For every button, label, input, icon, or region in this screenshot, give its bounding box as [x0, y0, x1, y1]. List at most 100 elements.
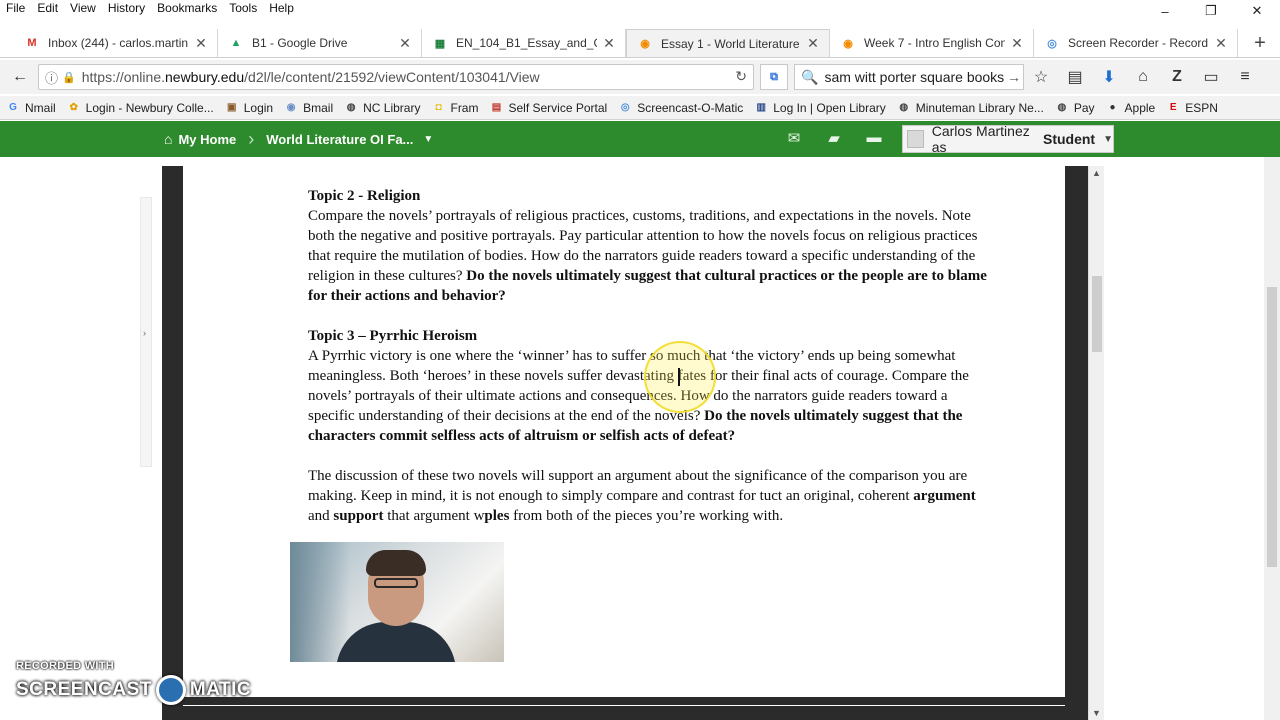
user-menu[interactable]: Carlos Martinez as Student ▼ [902, 123, 1114, 155]
chevron-right-icon: › [143, 328, 146, 338]
window-controls: – ❐ ✕ [1142, 0, 1280, 22]
lms-navbar: ⌂ My Home › World Literature OI Fa... ▼ … [0, 121, 1280, 157]
update-alerts-icon[interactable]: ▰ [814, 129, 854, 147]
topic-2-paragraph: Compare the novels’ portrayals of religi… [308, 208, 987, 304]
reload-icon[interactable]: ↻ [735, 68, 747, 85]
menu-bar: File Edit View History Bookmarks Tools H… [0, 0, 1280, 16]
reader-extension-icon[interactable]: ⧉ [760, 64, 788, 90]
minimize-icon[interactable]: – [1142, 0, 1188, 22]
house-icon: ⌂ [164, 131, 173, 147]
close-tab-icon[interactable]: ✕ [807, 35, 819, 52]
bookmark-item[interactable]: G Nmail [6, 101, 56, 115]
bookmark-label: Log In | Open Library [773, 100, 886, 115]
zotero-icon[interactable]: Z [1160, 63, 1194, 91]
browser-tab[interactable]: M Inbox (244) - carlos.martin ✕ [14, 29, 218, 57]
d2l-icon: ◉ [843, 37, 853, 50]
bookmark-label: ESPN [1185, 100, 1218, 115]
bookmark-favicon-icon: ▥ [756, 102, 766, 113]
bookmark-label: Screencast-O-Matic [637, 100, 744, 115]
url-bar[interactable]: ⓘ 🔒 https://online.newbury.edu/d2l/le/co… [38, 64, 754, 90]
topic-3-heading: Topic 3 – Pyrrhic Heroism [308, 328, 478, 344]
pocket-icon[interactable]: ▭ [1194, 63, 1228, 91]
bookmark-item[interactable]: ◘ Fram [431, 101, 478, 115]
webcam-overlay [290, 542, 504, 662]
bookmark-favicon-icon: G [9, 102, 17, 113]
tab-label: Screen Recorder - Record y [1068, 36, 1209, 50]
side-panel-toggle[interactable]: › [140, 197, 152, 467]
bookmark-favicon-icon: ◎ [620, 102, 630, 113]
browser-window: File Edit View History Bookmarks Tools H… [0, 0, 1280, 720]
bookmark-item[interactable]: ▥ Log In | Open Library [754, 101, 886, 115]
my-home-link[interactable]: ⌂ My Home [164, 131, 236, 147]
bookmark-item[interactable]: E ESPN [1166, 101, 1218, 115]
browser-tab[interactable]: ▲ B1 - Google Drive ✕ [218, 29, 422, 57]
browser-tab[interactable]: ◉ Essay 1 - World Literature ✕ [626, 29, 830, 57]
navigation-bar: ← ⓘ 🔒 https://online.newbury.edu/d2l/le/… [0, 60, 1280, 94]
bookmark-item[interactable]: ✿ Login - Newbury Colle... [67, 101, 213, 115]
viewer-scrollbar[interactable]: ▲ ▼ [1088, 166, 1104, 720]
page-scrollbar[interactable] [1264, 157, 1280, 720]
bookmark-favicon-icon: ◉ [286, 102, 296, 113]
menu-view[interactable]: View [64, 1, 102, 15]
menu-bookmarks[interactable]: Bookmarks [151, 1, 223, 15]
page-scroll-thumb[interactable] [1267, 287, 1277, 567]
glasses-icon [374, 578, 418, 588]
bookmark-label: Apple [1124, 100, 1156, 115]
bookmark-item[interactable]: ◍ NC Library [344, 101, 421, 115]
back-arrow-icon[interactable]: ← [6, 63, 34, 91]
browser-tab[interactable]: ◎ Screen Recorder - Record y ✕ [1034, 29, 1238, 57]
close-tab-icon[interactable]: ✕ [1011, 35, 1023, 52]
course-selector[interactable]: World Literature OI Fa... ▼ [266, 132, 433, 147]
search-text: sam witt porter square books [824, 69, 1005, 85]
close-tab-icon[interactable]: ✕ [1215, 35, 1227, 52]
download-icon[interactable]: ⬇ [1092, 63, 1126, 91]
viewer-bottom-edge [182, 697, 1068, 705]
bookmark-favicon-icon: ◍ [1057, 102, 1067, 113]
tab-label: EN_104_B1_Essay_and_Gra [456, 36, 597, 50]
close-window-icon[interactable]: ✕ [1234, 0, 1280, 22]
screencast-watermark: RECORDED WITH SCREENCAST MATIC [16, 660, 251, 705]
tab-label: Week 7 - Intro English Con [864, 36, 1005, 50]
browser-tab[interactable]: ◉ Week 7 - Intro English Con ✕ [830, 29, 1034, 57]
close-tab-icon[interactable]: ✕ [399, 35, 411, 52]
bookmark-item[interactable]: ◉ Bmail [284, 101, 333, 115]
close-tab-icon[interactable]: ✕ [603, 35, 615, 52]
reading-list-icon[interactable]: ▤ [1058, 63, 1092, 91]
home-icon[interactable]: ⌂ [1126, 63, 1160, 91]
tab-label: B1 - Google Drive [252, 36, 348, 50]
presenter-body [336, 622, 456, 662]
browser-tab[interactable]: ▦ EN_104_B1_Essay_and_Gra ✕ [422, 29, 626, 57]
scroll-up-icon[interactable]: ▲ [1092, 168, 1101, 178]
cursor-highlight [644, 341, 716, 413]
search-go-arrow-icon[interactable]: → [1005, 69, 1023, 85]
info-icon[interactable]: ⓘ [45, 68, 58, 87]
url-text: https://online.newbury.edu/d2l/le/conten… [81, 69, 540, 85]
bookmark-item[interactable]: ◍ Pay [1055, 101, 1094, 115]
bookmark-item[interactable]: ◍ Minuteman Library Ne... [897, 100, 1044, 115]
new-tab-plus-icon[interactable]: + [1246, 29, 1274, 57]
bookmark-item[interactable]: ● Apple [1106, 100, 1156, 115]
search-bar[interactable]: 🔍 sam witt porter square books → [794, 64, 1024, 90]
menu-edit[interactable]: Edit [31, 1, 64, 15]
bookmark-item[interactable]: ▤ Self Service Portal [489, 101, 607, 115]
bookmark-label: Minuteman Library Ne... [915, 100, 1044, 115]
bookmark-item[interactable]: ◎ Screencast-O-Matic [618, 101, 743, 115]
menu-tools[interactable]: Tools [223, 1, 263, 15]
menu-file[interactable]: File [0, 1, 31, 15]
viewer-scroll-thumb[interactable] [1092, 276, 1102, 352]
bookmark-label: Login [243, 100, 274, 115]
subscription-alerts-icon[interactable]: ▬ [854, 129, 894, 147]
scroll-down-icon[interactable]: ▼ [1092, 708, 1101, 718]
close-tab-icon[interactable]: ✕ [195, 35, 207, 52]
chevron-down-icon: ▼ [1103, 133, 1113, 145]
message-alerts-icon[interactable]: ✉ [774, 129, 814, 147]
menu-history[interactable]: History [102, 1, 151, 15]
screencast-logo-icon [155, 675, 186, 705]
bookmark-item[interactable]: ▣ Login [225, 101, 273, 115]
star-icon[interactable]: ☆ [1024, 63, 1058, 91]
restore-icon[interactable]: ❐ [1188, 0, 1234, 22]
menu-help[interactable]: Help [263, 1, 300, 15]
lms-alerts: ✉ ▰ ▬ [774, 129, 894, 147]
hamburger-menu-icon[interactable]: ≡ [1228, 63, 1262, 91]
d2l-icon: ◉ [640, 38, 650, 50]
